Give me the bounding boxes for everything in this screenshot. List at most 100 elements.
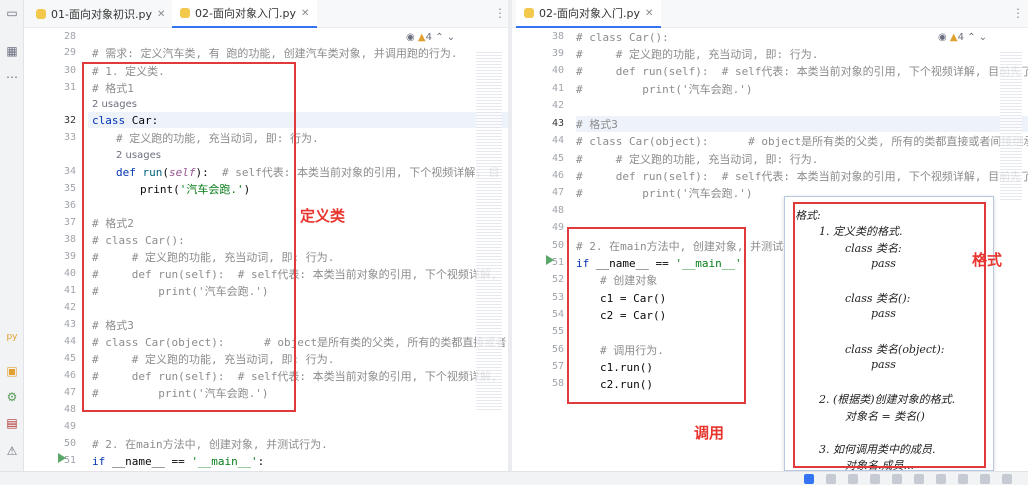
tab-02-right[interactable]: 02-面向对象入门.py ✕ <box>516 0 662 28</box>
close-icon[interactable]: ✕ <box>157 9 165 20</box>
python-console-icon[interactable]: py <box>5 330 19 344</box>
python-file-icon <box>180 8 190 18</box>
warning-count: 4 <box>425 32 432 43</box>
code-line: # def run(self): # self代表: 本类当前对象的引用, 下个… <box>576 65 1028 78</box>
chevron-down-icon[interactable]: ⌄ <box>447 32 455 43</box>
line-number: 49 <box>63 421 76 432</box>
eye-icon: ◉ <box>406 32 415 43</box>
line-number: 32 <box>63 115 76 126</box>
inspection-widget[interactable]: ◉ ▲4 ⌃ ⌄ <box>406 32 455 43</box>
terminal-icon[interactable]: ▤ <box>5 416 19 430</box>
chevron-up-icon[interactable]: ⌃ <box>967 32 975 43</box>
line-number: 36 <box>63 200 76 211</box>
line-number: 48 <box>551 205 564 216</box>
run-icon[interactable] <box>58 453 66 463</box>
line-number: 49 <box>551 222 564 233</box>
code-line: # def run(self): # self代表: 本类当前对象的引用, 下个… <box>576 170 1028 183</box>
punct: : <box>257 455 265 468</box>
line-number: 41 <box>551 83 564 94</box>
code-line: # class Car(object): # object是所有类的父类, 所有… <box>576 135 1028 148</box>
line-number: 47 <box>63 387 76 398</box>
line-number: 50 <box>551 240 564 251</box>
line-number: 33 <box>63 132 76 143</box>
line-number: 40 <box>63 268 76 279</box>
line-number: 28 <box>63 31 76 42</box>
services-icon[interactable]: ⚙ <box>5 390 19 404</box>
line-number: 52 <box>551 274 564 285</box>
status-icon[interactable] <box>826 474 836 484</box>
line-number: 37 <box>63 217 76 228</box>
line-number: 45 <box>551 153 564 164</box>
format-box <box>793 202 986 468</box>
line-number: 29 <box>63 47 76 58</box>
tab-label: 02-面向对象入门.py <box>539 7 640 20</box>
close-icon[interactable]: ✕ <box>645 8 653 19</box>
problems-icon[interactable]: ⚠ <box>5 444 19 458</box>
line-number: 55 <box>551 326 564 337</box>
line-number: 39 <box>551 48 564 59</box>
status-icon[interactable] <box>870 474 880 484</box>
line-number: 48 <box>63 404 76 415</box>
status-icon[interactable] <box>914 474 924 484</box>
tab-list-icon[interactable]: ⋮ <box>494 6 506 20</box>
code-line: if __name__ == '__main__': <box>92 455 264 469</box>
code-line: # print('汽车会跑.') <box>576 83 753 96</box>
line-number: 45 <box>63 353 76 364</box>
status-icon[interactable] <box>848 474 858 484</box>
structure-icon[interactable]: ▦ <box>5 44 19 58</box>
tab-02[interactable]: 02-面向对象入门.py ✕ <box>172 0 318 28</box>
status-icon[interactable] <box>958 474 968 484</box>
status-icon[interactable] <box>980 474 990 484</box>
line-number: 51 <box>63 455 76 466</box>
status-icon[interactable] <box>936 474 946 484</box>
activity-bar: ▭ ▦ ⋯ py ▣ ⚙ ▤ ⚠ <box>0 0 24 485</box>
status-icon[interactable] <box>892 474 902 484</box>
line-number: 44 <box>551 135 564 146</box>
minimap[interactable] <box>1000 50 1022 200</box>
warning-count: 4 <box>957 32 964 43</box>
python-file-icon <box>524 8 534 18</box>
code-line: # class Car(): <box>576 31 669 44</box>
line-number: 50 <box>63 438 76 449</box>
inspection-widget[interactable]: ◉ ▲4 ⌃ ⌄ <box>938 32 987 43</box>
minimap[interactable] <box>476 50 502 410</box>
line-number: 40 <box>551 65 564 76</box>
tab-label: 01-面向对象初识.py <box>51 8 152 21</box>
line-number: 56 <box>551 344 564 355</box>
line-number: 51 <box>551 257 564 268</box>
line-number: 39 <box>63 251 76 262</box>
define-class-box <box>82 62 296 412</box>
tab-01[interactable]: 01-面向对象初识.py ✕ <box>28 0 173 28</box>
left-gutter: 28 29 30 31 32 33 34 35 36 37 38 39 40 4… <box>24 28 88 471</box>
warning-icon: ▲ <box>417 32 426 43</box>
line-number: 53 <box>551 292 564 303</box>
call-box <box>567 227 746 404</box>
run-icon[interactable] <box>546 255 554 265</box>
tab-list-icon[interactable]: ⋮ <box>1012 6 1024 20</box>
chevron-up-icon[interactable]: ⌃ <box>435 32 443 43</box>
line-number: 38 <box>63 234 76 245</box>
line-number: 43 <box>551 118 564 129</box>
close-icon[interactable]: ✕ <box>301 8 309 19</box>
project-icon[interactable]: ▭ <box>5 6 19 20</box>
right-tabbar: 02-面向对象入门.py ✕ ⋮ <box>512 0 1028 28</box>
line-number: 31 <box>63 82 76 93</box>
line-number: 30 <box>63 65 76 76</box>
code-line: # # 定义跑的功能, 充当动词, 即: 行为. <box>576 153 819 166</box>
define-class-label: 定义类 <box>300 207 346 225</box>
left-tabbar: 01-面向对象初识.py ✕ 02-面向对象入门.py ✕ ⋮ <box>24 0 508 28</box>
line-number: 44 <box>63 336 76 347</box>
line-number: 42 <box>63 302 76 313</box>
line-number: 58 <box>551 378 564 389</box>
status-icon[interactable] <box>1002 474 1012 484</box>
line-number: 46 <box>551 170 564 181</box>
status-bar <box>0 471 1028 485</box>
string: '__main__' <box>191 455 258 468</box>
status-icon[interactable] <box>804 474 814 484</box>
line-number: 35 <box>63 183 76 194</box>
keyword: if <box>92 455 112 468</box>
more-icon[interactable]: ⋯ <box>5 70 19 84</box>
python-packages-icon[interactable]: ▣ <box>5 364 19 378</box>
chevron-down-icon[interactable]: ⌄ <box>979 32 987 43</box>
line-number: 41 <box>63 285 76 296</box>
